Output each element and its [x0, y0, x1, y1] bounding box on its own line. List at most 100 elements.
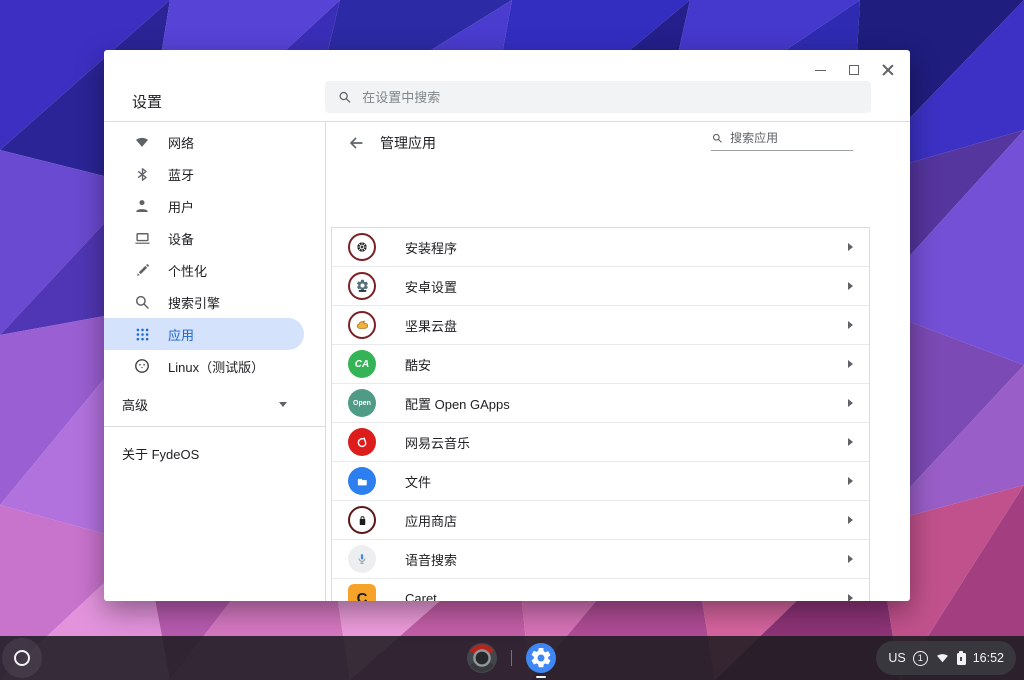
caret-app-icon: C	[348, 584, 376, 601]
battery-icon	[957, 651, 966, 665]
pencil-icon	[132, 260, 152, 280]
voice-search-app-icon	[348, 545, 376, 573]
sidebar-item-label: Linux（测试版）	[168, 357, 264, 376]
installer-app-icon	[348, 233, 376, 261]
shelf-separator	[511, 650, 512, 666]
files-app-icon	[348, 467, 376, 495]
app-row-nutstore[interactable]: 坚果云盘	[332, 306, 869, 345]
laptop-icon	[132, 228, 152, 248]
chevron-right-icon	[848, 594, 853, 601]
coolapk-logo-text: CA	[355, 359, 369, 370]
search-icon	[337, 89, 352, 105]
search-icon	[711, 131, 723, 145]
chevron-right-icon	[848, 399, 853, 407]
app-list: 安装程序 安卓设置 坚果云盘 CA	[331, 227, 870, 601]
chevron-right-icon	[848, 282, 853, 290]
sidebar-item-label: 蓝牙	[168, 165, 194, 184]
sidebar: 网络 蓝牙 用户 设备 个性化	[104, 122, 325, 601]
wifi-icon	[132, 132, 152, 152]
app-row-coolapk[interactable]: CA 酷安	[332, 345, 869, 384]
content-header: 管理应用	[326, 122, 910, 164]
page-title: 管理应用	[380, 133, 436, 153]
about-label: 关于 FydeOS	[122, 444, 199, 463]
app-name: 网易云音乐	[405, 433, 848, 452]
app-row-voice-search[interactable]: 语音搜索	[332, 540, 869, 579]
shelf-settings-button[interactable]	[521, 636, 561, 680]
system-tray[interactable]: US 1 16:52	[876, 641, 1016, 675]
sidebar-advanced-toggle[interactable]: 高级	[104, 388, 325, 420]
sidebar-item-network[interactable]: 网络	[104, 126, 325, 158]
wifi-status-icon	[935, 652, 950, 664]
sidebar-item-label: 个性化	[168, 261, 207, 280]
sidebar-item-linux[interactable]: Linux（测试版）	[104, 350, 325, 382]
settings-search-bar[interactable]	[325, 81, 871, 113]
sidebar-item-about[interactable]: 关于 FydeOS	[104, 437, 325, 469]
chevron-right-icon	[848, 321, 853, 329]
app-store-app-icon	[348, 506, 376, 534]
android-settings-app-icon	[348, 272, 376, 300]
app-name: 安卓设置	[405, 277, 848, 296]
app-row-netease-music[interactable]: 网易云音乐	[332, 423, 869, 462]
minimize-button[interactable]	[808, 58, 832, 82]
app-row-opengapps[interactable]: Open 配置 Open GApps	[332, 384, 869, 423]
nutstore-app-icon	[348, 311, 376, 339]
launcher-button[interactable]	[2, 638, 42, 678]
opengapps-logo-text: Open	[353, 400, 371, 407]
app-row-caret[interactable]: C Caret	[332, 579, 869, 601]
sidebar-item-label: 搜索引擎	[168, 293, 220, 312]
app-search-input[interactable]	[730, 131, 853, 145]
sidebar-divider	[104, 426, 325, 427]
sidebar-item-personalization[interactable]: 个性化	[104, 254, 325, 286]
chevron-right-icon	[848, 477, 853, 485]
app-row-app-store[interactable]: 应用商店	[332, 501, 869, 540]
desktop: { "window": { "title": "设置", "search_pla…	[0, 0, 1024, 680]
app-name: 文件	[405, 472, 848, 491]
launcher-icon	[14, 650, 30, 666]
app-row-android-settings[interactable]: 安卓设置	[332, 267, 869, 306]
notification-badge: 1	[913, 651, 928, 666]
sidebar-item-bluetooth[interactable]: 蓝牙	[104, 158, 325, 190]
app-name: 应用商店	[405, 511, 848, 530]
penguin-icon	[132, 356, 152, 376]
sidebar-item-label: 用户	[168, 197, 194, 216]
apps-grid-icon	[132, 324, 152, 344]
sidebar-item-users[interactable]: 用户	[104, 190, 325, 222]
window-title: 设置	[132, 91, 162, 112]
search-icon	[132, 292, 152, 312]
shelf: US 1 16:52	[0, 636, 1024, 680]
settings-search-input[interactable]	[362, 90, 859, 105]
app-search-field[interactable]	[711, 131, 853, 151]
shelf-browser-button[interactable]	[462, 636, 502, 680]
chevron-right-icon	[848, 516, 853, 524]
app-name: 配置 Open GApps	[405, 394, 848, 413]
app-name: 安装程序	[405, 238, 848, 257]
caret-logo-text: C	[357, 590, 368, 602]
person-icon	[132, 196, 152, 216]
close-button[interactable]	[876, 58, 900, 82]
settings-icon	[525, 642, 557, 674]
sidebar-item-label: 设备	[168, 229, 194, 248]
app-name: 坚果云盘	[405, 316, 848, 335]
window-header: 设置	[104, 50, 910, 121]
bluetooth-icon	[132, 164, 152, 184]
settings-window: 设置 网络 蓝牙 用	[104, 50, 910, 601]
sidebar-item-apps[interactable]: 应用	[104, 318, 304, 350]
app-name: Caret	[405, 591, 848, 602]
netease-music-app-icon	[348, 428, 376, 456]
advanced-label: 高级	[122, 395, 148, 414]
chevron-right-icon	[848, 243, 853, 251]
app-row-files[interactable]: 文件	[332, 462, 869, 501]
maximize-button[interactable]	[842, 58, 866, 82]
opengapps-app-icon: Open	[348, 389, 376, 417]
app-row-installer[interactable]: 安装程序	[332, 228, 869, 267]
chevron-right-icon	[848, 438, 853, 446]
maximize-icon	[849, 65, 859, 75]
sidebar-item-search-engine[interactable]: 搜索引擎	[104, 286, 325, 318]
app-name: 语音搜索	[405, 550, 848, 569]
chevron-right-icon	[848, 555, 853, 563]
sidebar-item-label: 网络	[168, 133, 194, 152]
clock: 16:52	[973, 651, 1004, 665]
sidebar-item-device[interactable]: 设备	[104, 222, 325, 254]
back-button[interactable]	[346, 133, 366, 153]
window-controls	[808, 58, 900, 82]
